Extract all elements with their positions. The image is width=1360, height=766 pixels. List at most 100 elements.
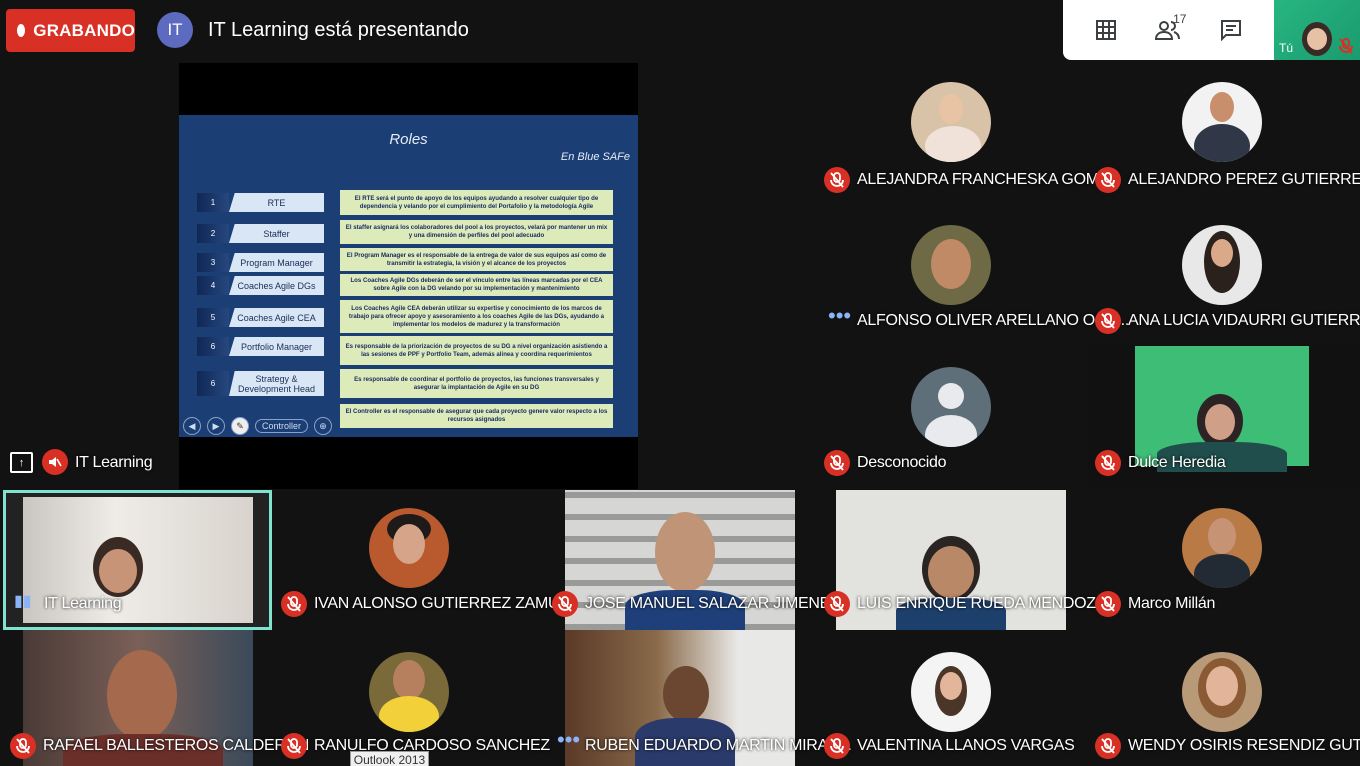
mic-muted-icon bbox=[10, 733, 36, 759]
mic-muted-icon bbox=[1095, 167, 1121, 193]
role-number: 6 bbox=[197, 371, 229, 396]
participant-name: Marco Millán bbox=[1128, 595, 1216, 612]
participant-video bbox=[1135, 346, 1309, 472]
mic-muted-icon bbox=[552, 591, 578, 617]
participant-name: IT Learning bbox=[44, 595, 122, 612]
mic-muted-icon bbox=[1095, 308, 1121, 334]
presentation-tile[interactable]: Roles En Blue SAFe 1 RTE El RTE será el p… bbox=[179, 63, 638, 489]
participant-name: JOSE MANUEL SALAZAR JIMENEZ bbox=[585, 595, 840, 612]
self-label: Tú bbox=[1279, 41, 1294, 55]
participant-avatar bbox=[1182, 82, 1262, 162]
taskbar-tooltip: Outlook 2013 bbox=[350, 751, 429, 766]
speaking-indicator-icon: ••• bbox=[557, 727, 581, 752]
speaking-indicator-icon: ••• bbox=[828, 303, 852, 328]
self-mic-muted-icon bbox=[1336, 36, 1356, 56]
slide-role-row: 1 RTE bbox=[197, 193, 324, 212]
role-description: Los Coaches Agile DGs deberán de ser el … bbox=[340, 274, 613, 296]
role-label: Staffer bbox=[229, 224, 324, 243]
participants-count: 17 bbox=[1173, 12, 1187, 26]
mic-muted-icon bbox=[824, 450, 850, 476]
participant-name: Dulce Heredia bbox=[1128, 454, 1226, 471]
mic-muted-icon bbox=[824, 591, 850, 617]
slide-title: Roles bbox=[389, 131, 428, 148]
role-description: El Controller es el responsable de asegu… bbox=[340, 404, 613, 428]
participant-name: ALEJANDRA FRANCHESKA GOME... bbox=[857, 171, 1122, 188]
mic-muted-icon bbox=[281, 591, 307, 617]
zoom-icon[interactable]: ⊕ bbox=[314, 417, 333, 435]
unknown-avatar-icon bbox=[911, 367, 991, 447]
audio-indicator-icon: ▮▮ bbox=[14, 593, 32, 610]
record-dot-icon bbox=[17, 24, 26, 37]
participant-avatar bbox=[1182, 508, 1262, 588]
participants-button[interactable]: 17 bbox=[1146, 8, 1190, 52]
slide-subtitle: En Blue SAFe bbox=[560, 151, 630, 163]
role-number: 6 bbox=[197, 337, 229, 356]
role-description: Es responsable de la priorización de pro… bbox=[340, 336, 613, 365]
participant-avatar bbox=[1182, 652, 1262, 732]
slide-role-row: 5 Coaches Agile CEA bbox=[197, 308, 324, 327]
slide: Roles En Blue SAFe 1 RTE El RTE será el p… bbox=[179, 115, 638, 437]
participant-name: RUBEN EDUARDO MARTIN MIRAN... bbox=[585, 737, 852, 754]
role-number: 5 bbox=[197, 308, 229, 327]
participant-name: LUIS ENRIQUE RUEDA MENDOZA bbox=[857, 595, 1107, 612]
self-face bbox=[1307, 28, 1327, 50]
role-label: RTE bbox=[229, 193, 324, 212]
next-slide-icon[interactable]: ▶ bbox=[207, 417, 225, 435]
slide-role-row: 6 Portfolio Manager bbox=[197, 337, 324, 356]
presenter-avatar: IT bbox=[157, 12, 193, 48]
slide-role-row: 3 Program Manager bbox=[197, 253, 324, 272]
role-description: El Program Manager es el responsable de … bbox=[340, 248, 613, 271]
participant-avatar bbox=[1182, 225, 1262, 305]
role-label: Program Manager bbox=[229, 253, 324, 272]
slide-controls: ◀ ▶ ✎ Controller ⊕ bbox=[183, 417, 333, 435]
chat-icon bbox=[1220, 20, 1241, 41]
participant-name: VALENTINA LLANOS VARGAS bbox=[857, 737, 1075, 754]
mic-muted-icon bbox=[1095, 733, 1121, 759]
participant-avatar bbox=[369, 508, 449, 588]
mic-muted-icon bbox=[1095, 450, 1121, 476]
mic-muted-icon bbox=[824, 167, 850, 193]
role-number: 2 bbox=[197, 224, 229, 243]
pen-icon[interactable]: ✎ bbox=[231, 417, 249, 435]
present-screen-icon[interactable]: ↑ bbox=[10, 452, 33, 473]
participant-name: RAFAEL BALLESTEROS CALDERON bbox=[43, 737, 310, 754]
role-label: Coaches Agile DGs bbox=[229, 276, 324, 295]
layout-grid-button[interactable] bbox=[1084, 8, 1128, 52]
top-controls: 17 bbox=[1063, 0, 1274, 60]
prev-slide-icon[interactable]: ◀ bbox=[183, 417, 201, 435]
speaker-muted-icon bbox=[42, 449, 68, 475]
recording-badge: GRABANDO bbox=[6, 9, 135, 52]
participant-name: ALEJANDRO PEREZ GUTIERREZ bbox=[1128, 171, 1360, 188]
role-number: 1 bbox=[197, 193, 229, 212]
chat-button[interactable] bbox=[1209, 8, 1253, 52]
mic-muted-icon bbox=[1095, 591, 1121, 617]
participant-name: ANA LUCIA VIDAURRI GUTIERREZ bbox=[1128, 312, 1360, 329]
slide-role-row: 2 Staffer bbox=[197, 224, 324, 243]
role-number: 3 bbox=[197, 253, 229, 272]
meet-window: GRABANDO IT IT Learning está presentando… bbox=[0, 0, 1360, 766]
presenting-text: IT Learning está presentando bbox=[208, 19, 469, 41]
participant-avatar bbox=[369, 652, 449, 732]
role-number: 4 bbox=[197, 276, 229, 295]
role-label: Portfolio Manager bbox=[229, 337, 324, 356]
participant-name: WENDY OSIRIS RESENDIZ GUTIER... bbox=[1128, 737, 1360, 754]
grid-icon bbox=[1096, 20, 1117, 40]
role-label: Strategy & Development Head bbox=[229, 371, 324, 396]
role-description: El staffer asignará los colaboradores de… bbox=[340, 220, 613, 244]
mic-muted-icon bbox=[281, 733, 307, 759]
role-description: El RTE será el punto de apoyo de los equ… bbox=[340, 190, 613, 215]
slide-role-row: 6 Strategy & Development Head bbox=[197, 371, 324, 396]
slide-role-row: 4 Coaches Agile DGs bbox=[197, 276, 324, 295]
participant-name: Desconocido bbox=[857, 454, 947, 471]
role-label: Coaches Agile CEA bbox=[229, 308, 324, 327]
participant-avatar bbox=[911, 82, 991, 162]
participant-avatar bbox=[911, 652, 991, 732]
presenter-tile-name: IT Learning bbox=[75, 454, 153, 471]
role-description: Los Coaches Agile CEA deberán utilizar s… bbox=[340, 300, 613, 333]
recording-label: GRABANDO bbox=[33, 20, 135, 40]
self-view-tile[interactable]: Tú bbox=[1274, 0, 1360, 60]
participant-avatar bbox=[911, 225, 991, 305]
role-description: Es responsable de coordinar el portfolio… bbox=[340, 369, 613, 398]
mic-muted-icon bbox=[824, 733, 850, 759]
controller-label: Controller bbox=[255, 419, 309, 433]
